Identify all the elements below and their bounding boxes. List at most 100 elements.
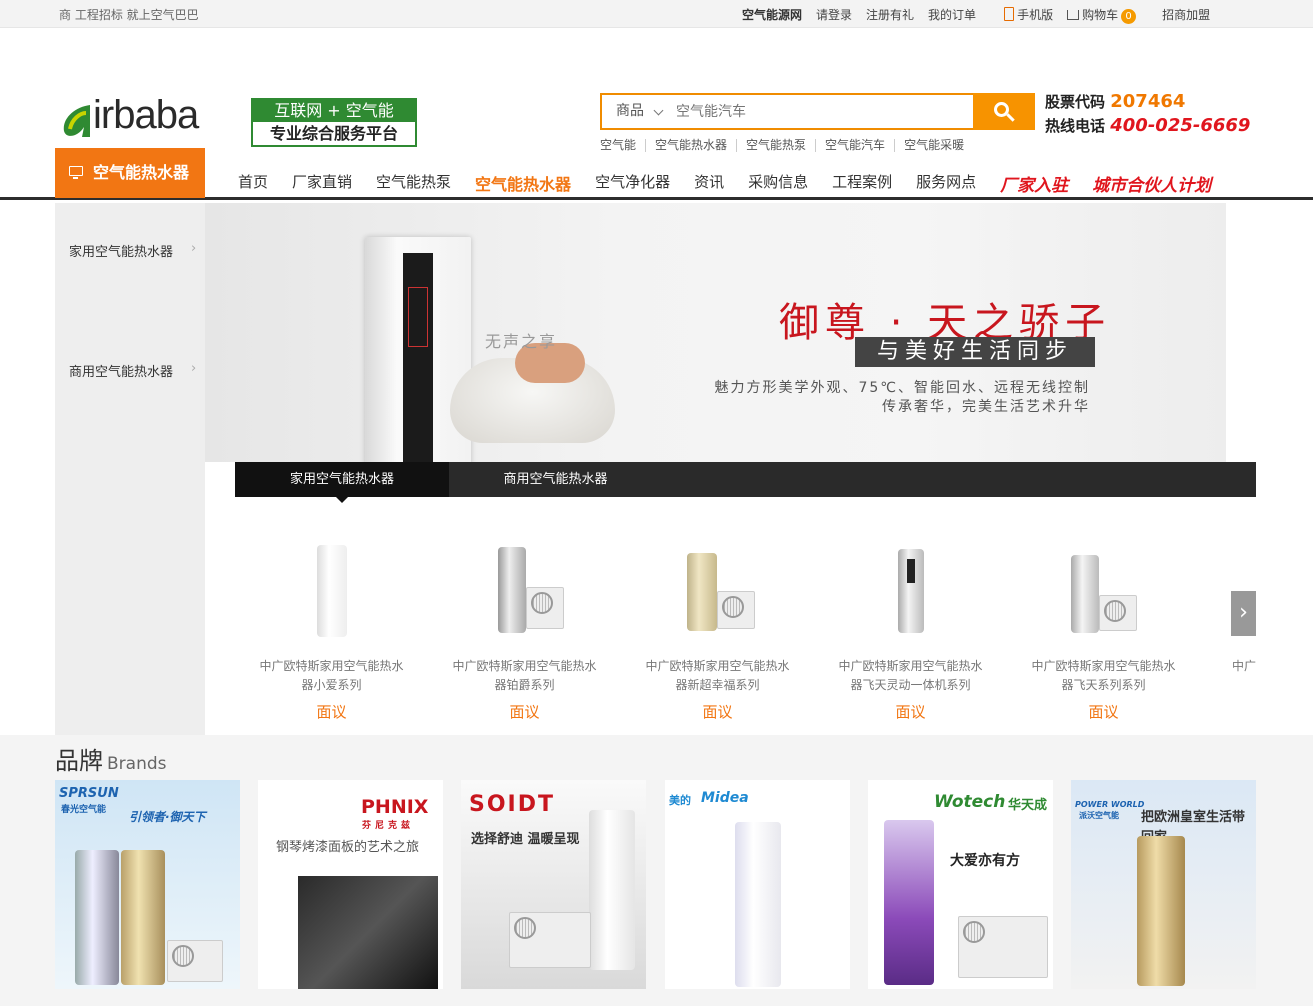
tab-commercial-heater[interactable]: 商用空气能热水器 bbox=[449, 462, 662, 497]
product-name: 中广欧特斯家用空气能热水器飞天系列系列 bbox=[1031, 659, 1176, 692]
banner-subtitle: 与美好生活同步 bbox=[855, 337, 1095, 367]
sidebar-item-home-heater[interactable]: 家用空气能热水器 bbox=[69, 241, 196, 260]
airbaba-logo[interactable]: irbaba bbox=[60, 93, 245, 143]
carousel-next-button[interactable]: › bbox=[1231, 591, 1256, 636]
product-image bbox=[428, 511, 621, 646]
logo-text: irbaba bbox=[93, 93, 199, 137]
brand-card-midea[interactable]: 美的 Midea bbox=[665, 780, 850, 989]
banner-whisper: 无声之享 bbox=[485, 332, 558, 351]
join-link[interactable]: 招商加盟 bbox=[1162, 6, 1210, 24]
nav-item-water-heater[interactable]: 空气能热水器 bbox=[475, 171, 571, 196]
brand-card-wotech[interactable]: Wotech 华天成 大爱亦有方 bbox=[868, 780, 1053, 989]
hotline-label: 热线电话 bbox=[1045, 117, 1106, 135]
brand-card-phnix[interactable]: PHNIX 芬尼克兹 钢琴烤漆面板的艺术之旅 bbox=[258, 780, 443, 989]
mobile-link[interactable]: 手机版 bbox=[1004, 6, 1053, 24]
site-slogan: 商 工程招标 就上空气巴巴 bbox=[59, 8, 199, 22]
search-button[interactable] bbox=[973, 93, 1035, 130]
platform-tag: 互联网 + 空气能 专业综合服务平台 bbox=[251, 98, 417, 147]
brand-cn: 芬尼克兹 bbox=[362, 821, 415, 831]
nav-item-vendor-join[interactable]: 厂家入驻 bbox=[1000, 171, 1068, 196]
brands-heading: 品牌 Brands bbox=[55, 741, 167, 776]
top-bar: 商 工程招标 就上空气巴巴 空气能源网 请登录 注册有礼 我的订单 手机版 购物… bbox=[0, 0, 1313, 28]
cart-link[interactable]: 购物车 0 bbox=[1067, 6, 1137, 24]
banner-description: 魅力方形美学外观、75℃、智能回水、远程无线控制 传承奢华，完美生活艺术升华 bbox=[703, 379, 1090, 417]
brand-cn: 美的 bbox=[669, 794, 691, 807]
product-name: 中广欧特斯家用空气能热水器飞天灵动一体机系列 bbox=[838, 659, 983, 692]
search-scope-dropdown[interactable]: 商品 bbox=[602, 95, 672, 128]
product-image bbox=[235, 511, 428, 646]
brand-image bbox=[958, 916, 1048, 978]
brand-card-power-world[interactable]: POWER WORLD 派沃空气能 把欧洲皇室生活带回家 bbox=[1071, 780, 1256, 989]
product-price: 面议 bbox=[316, 703, 347, 721]
nav-item-purchase[interactable]: 采购信息 bbox=[748, 171, 808, 196]
brand-card-sprsun[interactable]: SPRSUN 春光空气能 引领者·御天下 bbox=[55, 780, 240, 989]
brand-image bbox=[298, 876, 438, 989]
tab-home-heater[interactable]: 家用空气能热水器 bbox=[235, 462, 449, 503]
stock-label: 股票代码 bbox=[1045, 93, 1106, 111]
brand-image bbox=[509, 912, 591, 968]
brand-name: SPRSUN bbox=[59, 786, 119, 801]
banner-line-1: 魅力方形美学外观、75℃、智能回水、远程无线控制 bbox=[714, 380, 1090, 396]
search-icon-handle bbox=[1006, 113, 1015, 122]
product-tabs: 家用空气能热水器 商用空气能热水器 bbox=[235, 462, 1256, 503]
main-nav: 空气能热水器 首页 厂家直销 空气能热泵 空气能热水器 空气净化器 资讯 采购信… bbox=[0, 148, 1313, 200]
brand-image bbox=[121, 850, 165, 985]
brand-image bbox=[75, 850, 119, 985]
nav-item-purifier[interactable]: 空气净化器 bbox=[595, 171, 670, 196]
product-carousel: 中广欧特斯家用空气能热水器小爱系列 面议 中广欧特斯家用空气能热水器铂爵系列 面… bbox=[235, 497, 1256, 735]
energy-net-link[interactable]: 空气能源网 bbox=[742, 6, 802, 24]
product-name: 中广欧特斯家用空气能热水器铂爵系列 bbox=[452, 659, 597, 692]
brand-slogan: 引领者·御天下 bbox=[129, 810, 206, 824]
product-name: 中广欧特斯家用空气能热水器新超幸福系列 bbox=[645, 659, 790, 692]
cart-count-badge: 0 bbox=[1121, 9, 1137, 24]
nav-item-city-partner[interactable]: 城市合伙人计划 bbox=[1092, 171, 1211, 196]
product-name: 中广欧 bbox=[1232, 659, 1256, 673]
brand-image bbox=[167, 940, 223, 982]
my-orders-link[interactable]: 我的订单 bbox=[928, 6, 976, 24]
brands-title: 品牌 bbox=[55, 747, 103, 775]
brand-cn: 派沃空气能 bbox=[1079, 811, 1119, 820]
tag-line-1: 互联网 + 空气能 bbox=[253, 100, 415, 122]
brand-card-soidt[interactable]: SOIDT 选择舒迪 温暖呈现 bbox=[461, 780, 646, 989]
category-sidebar: 家用空气能热水器 商用空气能热水器 bbox=[55, 203, 205, 735]
product-card[interactable]: 中广欧特斯家用空气能热水器铂爵系列 面议 bbox=[428, 497, 621, 735]
login-link[interactable]: 请登录 bbox=[816, 6, 852, 24]
mobile-label: 手机版 bbox=[1017, 8, 1054, 22]
product-price: 面议 bbox=[895, 703, 926, 721]
brand-name: POWER WORLD bbox=[1075, 800, 1145, 809]
product-name: 中广欧特斯家用空气能热水器小爱系列 bbox=[259, 659, 404, 692]
top-links: 空气能源网 请登录 注册有礼 我的订单 手机版 购物车 0 招商加盟 bbox=[742, 6, 1224, 24]
product-image bbox=[621, 511, 814, 646]
nav-item-home[interactable]: 首页 bbox=[238, 171, 268, 196]
nav-item-service[interactable]: 服务网点 bbox=[916, 171, 976, 196]
sidebar-item-commercial-heater[interactable]: 商用空气能热水器 bbox=[69, 361, 196, 380]
brand-name: SOIDT bbox=[469, 792, 556, 817]
product-card[interactable]: 中广欧特斯家用空气能热水器飞天灵动一体机系列 面议 bbox=[814, 497, 1007, 735]
brand-slogan: 大爱亦有方 bbox=[950, 853, 1020, 869]
tag-line-2: 专业综合服务平台 bbox=[253, 122, 415, 145]
product-price: 面议 bbox=[702, 703, 733, 721]
product-card[interactable]: 中广欧特斯家用空气能热水器新超幸福系列 面议 bbox=[621, 497, 814, 735]
hotline-number: 400-025-6669 bbox=[1110, 115, 1251, 136]
nav-item-heat-pump[interactable]: 空气能热泵 bbox=[376, 171, 451, 196]
logo-a-icon bbox=[63, 105, 90, 137]
monitor-icon bbox=[69, 166, 83, 179]
product-card[interactable]: 中广欧特斯家用空气能热水器小爱系列 面议 bbox=[235, 497, 428, 735]
nav-item-news[interactable]: 资讯 bbox=[694, 171, 724, 196]
nav-item-cases[interactable]: 工程案例 bbox=[832, 171, 892, 196]
nav-item-direct[interactable]: 厂家直销 bbox=[292, 171, 352, 196]
search-input[interactable] bbox=[672, 95, 973, 128]
contact-info: 股票代码 207464 热线电话 400-025-6669 bbox=[1045, 90, 1250, 138]
header: irbaba 互联网 + 空气能 专业综合服务平台 商品 空气能 空气能热水器 … bbox=[0, 28, 1313, 152]
chevron-right-icon: › bbox=[1239, 600, 1248, 625]
brand-cn: 华天成 bbox=[1008, 798, 1048, 813]
hero-banner[interactable]: 无声之享 御尊 · 天之骄子 与美好生活同步 魅力方形美学外观、75℃、智能回水… bbox=[205, 203, 1226, 462]
brands-subtitle: Brands bbox=[107, 754, 167, 774]
category-menu-button[interactable]: 空气能热水器 bbox=[55, 148, 205, 198]
brand-image bbox=[1137, 836, 1185, 986]
product-image bbox=[814, 511, 1007, 646]
brand-name: Midea bbox=[701, 790, 749, 806]
product-card[interactable]: 中广欧特斯家用空气能热水器飞天系列系列 面议 bbox=[1007, 497, 1200, 735]
register-link[interactable]: 注册有礼 bbox=[866, 6, 914, 24]
brand-name: PHNIX bbox=[361, 796, 429, 818]
